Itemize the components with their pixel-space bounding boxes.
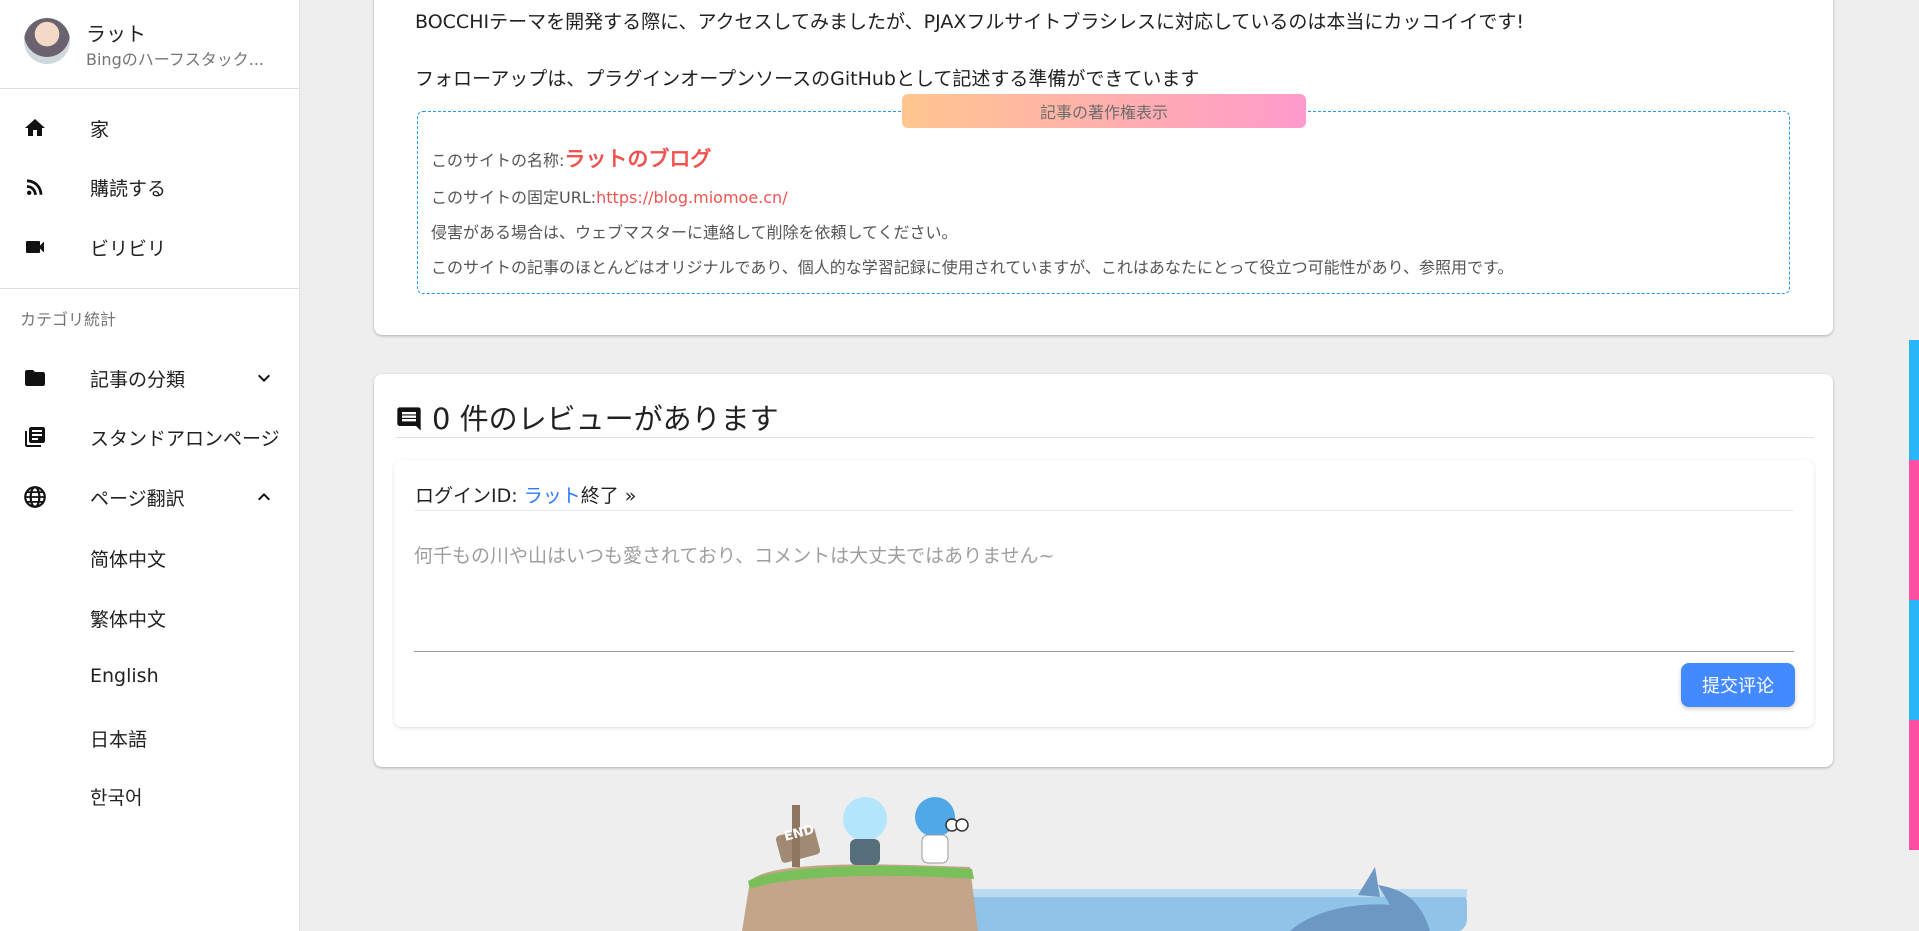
chevron-up-icon[interactable] <box>252 485 276 509</box>
language-item-zh-hant[interactable]: 繁体中文 <box>90 605 166 632</box>
language-item-zh-hans[interactable]: 简体中文 <box>90 545 166 572</box>
globe-icon <box>22 484 48 510</box>
library-books-icon <box>22 424 48 450</box>
login-status: ログインID: ラット終了 » <box>415 481 636 508</box>
sidebar-divider <box>0 288 299 289</box>
language-item-korean[interactable]: 한국어 <box>90 783 142 810</box>
nav-articles-label: 記事の分類 <box>90 368 186 391</box>
textarea-underline <box>414 651 1794 652</box>
category-header: カテゴリ統計 <box>20 310 117 329</box>
nav-standalone-label: スタンドアロンページ <box>90 427 280 450</box>
login-user-link[interactable]: ラット <box>524 485 581 507</box>
profile-subtitle: Bingのハーフスタック... <box>86 50 265 69</box>
language-item-english[interactable]: English <box>90 665 159 687</box>
comment-icon <box>395 405 423 437</box>
scroll-accent-pink <box>1909 720 1919 850</box>
scroll-accent-blue <box>1909 600 1919 720</box>
site-url-line: このサイトの固定URL:https://blog.miomoe.cn/ <box>431 184 788 208</box>
form-divider <box>414 510 1794 511</box>
chevron-down-icon[interactable] <box>252 366 276 390</box>
site-name-value: ラットのブログ <box>564 147 712 171</box>
nav-item-articles[interactable]: 記事の分類 <box>0 352 299 404</box>
comments-divider <box>396 437 1814 438</box>
nav-item-subscribe[interactable]: 購読する <box>0 161 299 213</box>
home-icon <box>22 115 48 141</box>
nav-home-label: 家 <box>90 118 110 141</box>
rss-icon <box>22 174 48 200</box>
comment-textarea[interactable]: 何千もの川や山はいつも愛されており、コメントは大丈夫ではありません~ <box>414 541 1054 568</box>
profile-name: ラット <box>86 22 146 46</box>
article-paragraph: フォローアップは、プラグインオープンソースのGitHubとして記述する準備ができ… <box>415 68 1200 90</box>
avatar <box>24 18 70 64</box>
video-camera-icon <box>22 234 48 260</box>
site-url-label: このサイトの固定URL: <box>431 188 597 207</box>
site-url-link[interactable]: https://blog.miomoe.cn/ <box>596 188 787 207</box>
article-paragraph: BOCCHIテーマを開発する際に、アクセスしてみましたが、PJAXフルサイトブラ… <box>415 11 1525 33</box>
nav-translate-label: ページ翻訳 <box>90 487 185 510</box>
comments-title: 0 件のレビューがあります <box>432 402 779 436</box>
nav-item-home[interactable]: 家 <box>0 102 299 154</box>
folder-icon <box>22 365 48 391</box>
nav-bilibili-label: ビリビリ <box>90 237 167 260</box>
infringement-notice: 侵害がある場合は、ウェブマスターに連絡して削除を依頼してください。 <box>431 223 958 242</box>
profile-header[interactable]: ラット Bingのハーフスタック... <box>0 0 299 89</box>
sidebar: ラット Bingのハーフスタック... 家 購読する ビリビリ カテゴリ統計 記… <box>0 0 300 931</box>
login-prefix: ログインID: <box>415 485 524 507</box>
submit-comment-button[interactable]: 提交评论 <box>1681 663 1795 707</box>
language-item-japanese[interactable]: 日本語 <box>90 725 147 752</box>
copyright-tag: 記事の著作権表示 <box>902 94 1306 128</box>
site-name-line: このサイトの名称:ラットのブログ <box>431 143 711 173</box>
nav-item-translate[interactable]: ページ翻訳 <box>0 471 299 523</box>
nav-subscribe-label: 購読する <box>90 177 167 200</box>
scroll-accent-blue <box>1909 340 1919 460</box>
originality-notice: このサイトの記事のほとんどはオリジナルであり、個人的な学習記録に使用されています… <box>431 258 1514 277</box>
logout-link[interactable]: 終了 » <box>581 485 637 507</box>
nav-item-standalone[interactable]: スタンドアロンページ <box>0 411 299 463</box>
footer-illustration <box>742 797 1467 931</box>
site-name-label: このサイトの名称: <box>431 151 565 170</box>
nav-item-bilibili[interactable]: ビリビリ <box>0 221 299 273</box>
